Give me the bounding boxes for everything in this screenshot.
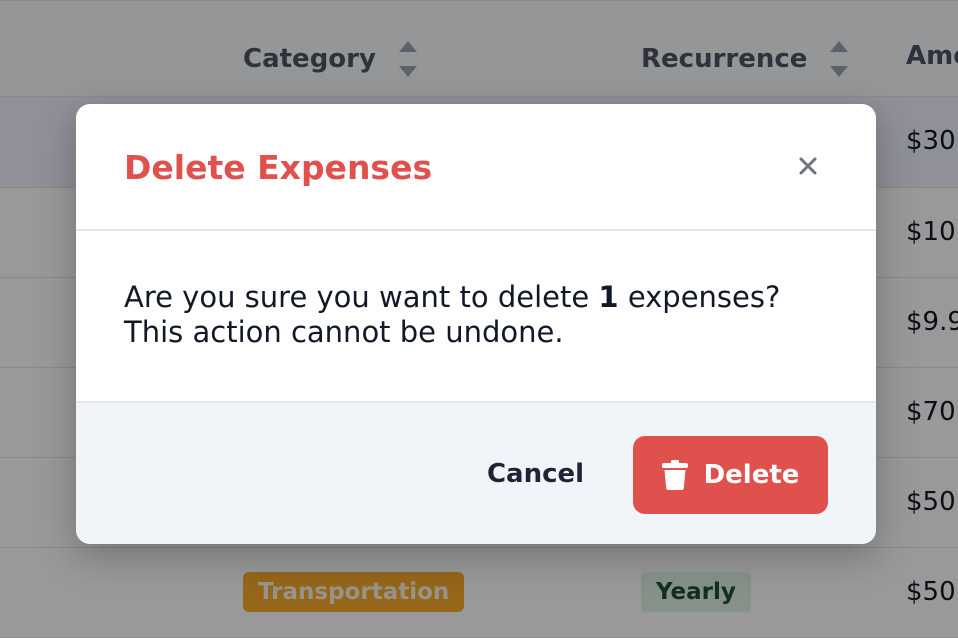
close-button[interactable] — [790, 148, 826, 184]
close-icon — [799, 157, 817, 175]
modal-message: Are you sure you want to delete 1 expens… — [124, 280, 844, 350]
delete-button[interactable]: Delete — [633, 436, 828, 514]
cancel-button[interactable]: Cancel — [473, 437, 598, 511]
modal-header: Delete Expenses — [76, 104, 876, 231]
delete-button-label: Delete — [703, 460, 800, 490]
trash-icon — [661, 460, 688, 490]
message-suffix: expenses? — [627, 280, 781, 314]
delete-expenses-dialog: Delete Expenses Are you sure you want to… — [76, 104, 876, 544]
message-prefix: Are you sure you want to delete — [124, 280, 590, 314]
delete-count: 1 — [598, 280, 619, 314]
message-warning: This action cannot be undone. — [124, 315, 564, 349]
modal-title: Delete Expenses — [124, 148, 433, 187]
modal-footer: Cancel Delete — [76, 401, 876, 544]
